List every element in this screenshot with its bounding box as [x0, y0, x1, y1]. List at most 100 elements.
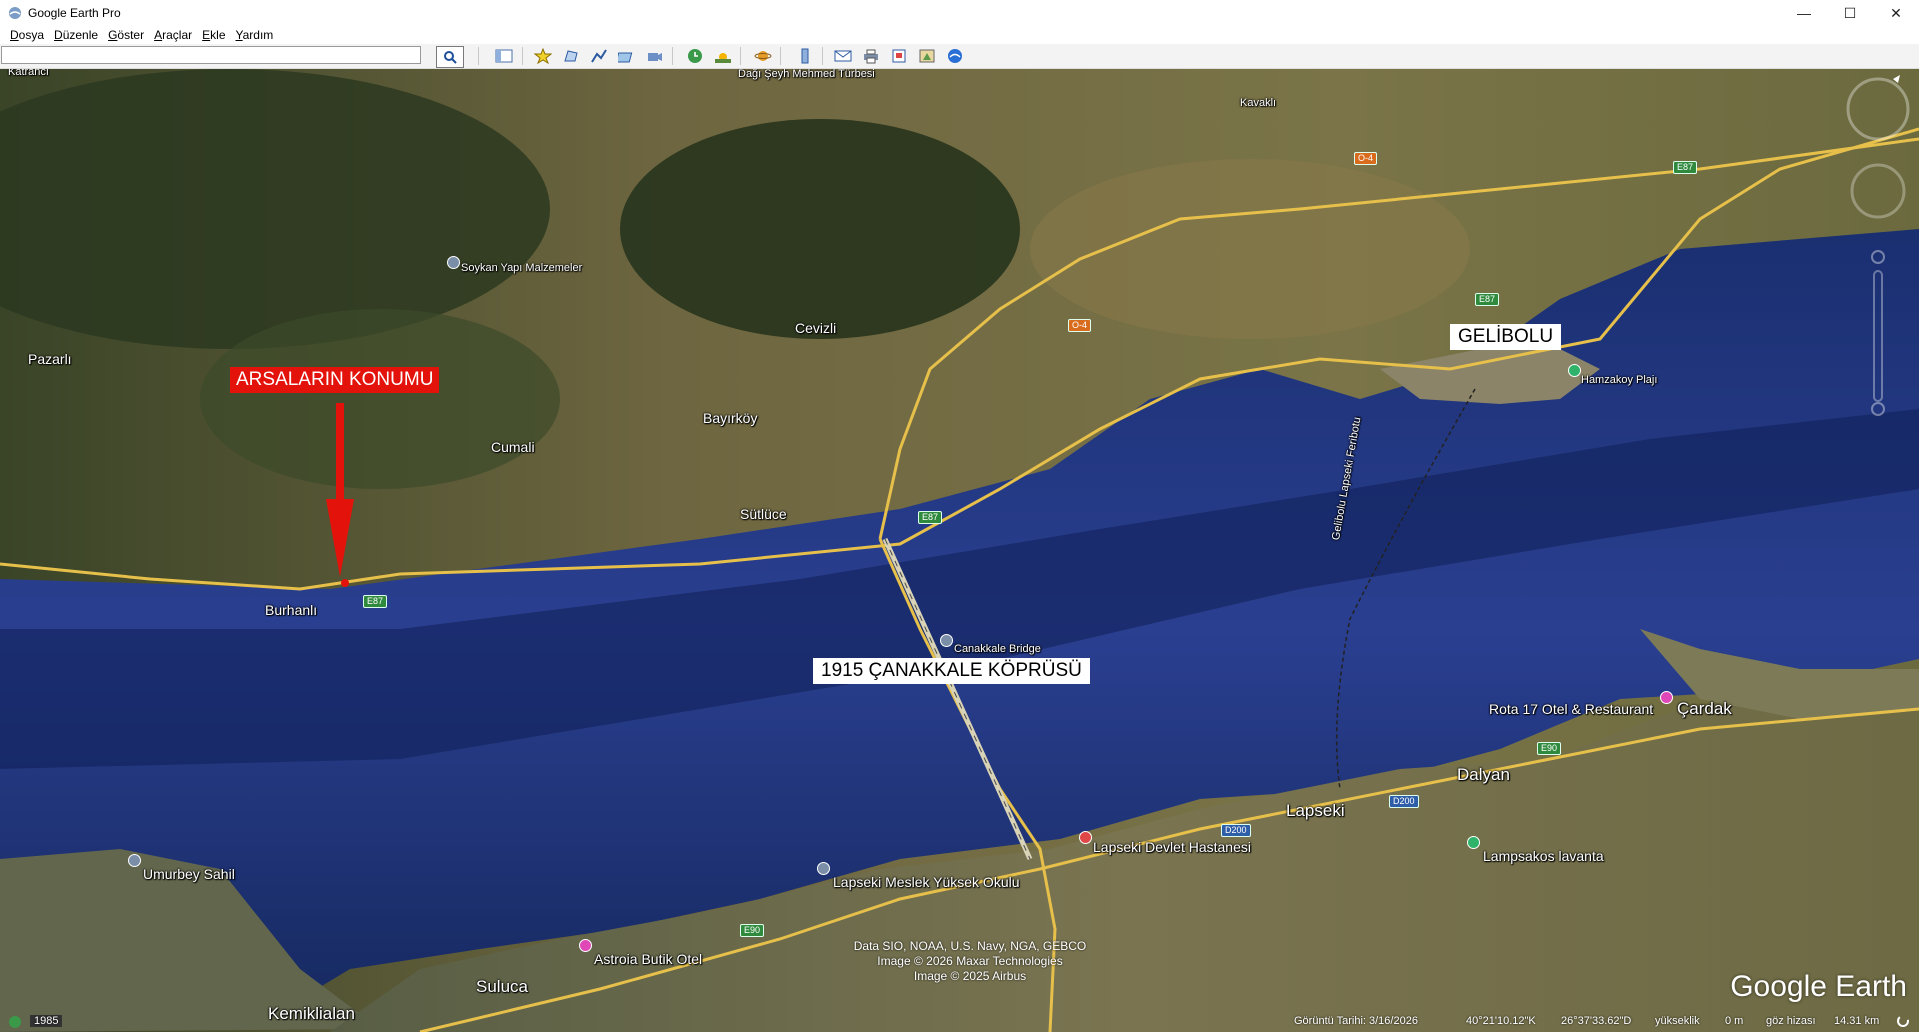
road-shield-e90: E90	[1537, 742, 1562, 755]
planets-icon	[754, 51, 772, 61]
google-earth-app-icon	[9, 7, 21, 19]
zoom-slider[interactable]	[1873, 270, 1883, 402]
sidebar-toggle-button[interactable]	[493, 46, 515, 66]
imagery-date: Görüntü Tarihi: 3/16/2026	[1294, 1015, 1418, 1027]
sunlight-button[interactable]	[712, 46, 734, 66]
road-shield-e87: E87	[918, 511, 943, 524]
email-button[interactable]	[832, 46, 854, 66]
save-image-button[interactable]	[888, 46, 910, 66]
label-lavanta[interactable]: Lampsakos lavanta	[1483, 848, 1604, 864]
poi-meslek-icon[interactable]	[817, 862, 830, 875]
look-joystick[interactable]	[1846, 77, 1910, 141]
eye-altitude-value: 14.31 km	[1834, 1015, 1880, 1027]
label-hamzakoy[interactable]: Hamzakoy Plajı	[1581, 374, 1657, 386]
polygon-icon	[564, 50, 578, 62]
elevation-value: 0 m	[1725, 1015, 1744, 1027]
record-tour-button[interactable]	[644, 46, 666, 66]
maximize-button[interactable]: ☐	[1827, 0, 1873, 26]
poi-astroia-icon[interactable]	[579, 939, 592, 952]
google-earth-button[interactable]	[944, 46, 966, 66]
label-sutluce[interactable]: Sütlüce	[740, 506, 787, 522]
overlay-arsa-label[interactable]: ARSALARIN KONUMU	[230, 367, 440, 393]
road-shield-e87: E87	[1673, 161, 1698, 174]
overlay-gelibolu-label[interactable]: GELİBOLU	[1450, 324, 1562, 350]
planets-button[interactable]	[752, 46, 774, 66]
road-shield-o4: O-4	[1354, 152, 1378, 165]
navigation-controls[interactable]	[1838, 71, 1918, 431]
poi-umurbey-icon[interactable]	[128, 854, 141, 867]
label-cevizli[interactable]: Cevizli	[795, 320, 836, 336]
poi-rota17-icon[interactable]	[1660, 691, 1673, 704]
historical-imagery-icon	[688, 49, 702, 63]
image-overlay-button[interactable]	[616, 46, 638, 66]
view-in-maps-icon	[919, 49, 935, 63]
placemark-button[interactable]	[532, 46, 554, 66]
path-icon	[591, 49, 607, 63]
label-bayirkoy[interactable]: Bayırköy	[703, 410, 757, 426]
search-input[interactable]	[1, 46, 421, 64]
overlay-kopru-label[interactable]: 1915 ÇANAKKALE KÖPRÜSÜ	[813, 658, 1090, 684]
search-button[interactable]	[436, 46, 464, 68]
poi-hamzakoy-icon[interactable]	[1568, 364, 1581, 377]
ruler-icon	[801, 48, 809, 64]
menu-edit[interactable]: Düzenle	[54, 28, 98, 42]
label-katranci[interactable]: Katrancı	[8, 69, 49, 78]
label-umurbey[interactable]: Umurbey Sahil	[143, 866, 235, 882]
label-cumali[interactable]: Cumali	[491, 439, 535, 455]
menu-file[interactable]: Dosya	[10, 28, 44, 42]
menu-tools[interactable]: Araçlar	[154, 28, 192, 42]
label-burhanli[interactable]: Burhanlı	[265, 602, 317, 618]
search-icon	[444, 51, 457, 64]
label-astroia[interactable]: Astroia Butik Otel	[594, 951, 702, 967]
print-icon	[864, 49, 878, 64]
poi-bridge-icon[interactable]	[940, 634, 953, 647]
ruler-button[interactable]	[794, 46, 816, 66]
view-in-maps-button[interactable]	[916, 46, 938, 66]
save-image-icon	[892, 49, 906, 63]
road-shield-e90: E90	[740, 924, 765, 937]
label-meslek[interactable]: Lapseki Meslek Yüksek Okulu	[833, 874, 1020, 890]
road-shield-d200: D200	[1221, 824, 1251, 837]
elevation-label: yükseklik	[1655, 1015, 1700, 1027]
poi-soykan-icon[interactable]	[447, 256, 460, 269]
eye-altitude-label: göz hizası	[1766, 1015, 1816, 1027]
historical-imagery-icon[interactable]	[8, 1015, 22, 1029]
polygon-button[interactable]	[560, 46, 582, 66]
label-suluca[interactable]: Suluca	[476, 977, 528, 997]
label-hastane[interactable]: Lapseki Devlet Hastanesi	[1093, 839, 1251, 855]
label-canakkale-bridge[interactable]: Canakkale Bridge	[954, 643, 1041, 655]
label-soykan[interactable]: Soykan Yapı Malzemeler	[461, 262, 582, 274]
longitude: 26°37'33.62"D	[1561, 1015, 1632, 1027]
historical-year[interactable]: 1985	[30, 1015, 63, 1027]
poi-hospital-icon[interactable]	[1079, 831, 1092, 844]
path-button[interactable]	[588, 46, 610, 66]
label-pazarli[interactable]: Pazarlı	[28, 351, 72, 367]
label-rota17[interactable]: Rota 17 Otel & Restaurant	[1489, 701, 1653, 717]
label-kavakli[interactable]: Kavaklı	[1240, 97, 1276, 109]
label-cardak[interactable]: Çardak	[1677, 699, 1732, 719]
zoom-out-icon[interactable]	[1871, 402, 1885, 416]
sunlight-icon	[715, 53, 731, 63]
label-dalyan[interactable]: Dalyan	[1457, 765, 1510, 785]
placemark-icon	[534, 48, 552, 64]
attribution-line: Image © 2025 Airbus	[913, 969, 1027, 983]
move-joystick[interactable]	[1850, 163, 1906, 219]
menu-help[interactable]: Yardım	[236, 28, 274, 42]
poi-lavanta-icon[interactable]	[1467, 836, 1480, 849]
minimize-button[interactable]: —	[1781, 0, 1827, 26]
menu-view[interactable]: Göster	[108, 28, 144, 42]
label-turbe[interactable]: Dağı Şeyh Mehmed Türbesi	[738, 69, 875, 80]
north-arrow-icon[interactable]	[1893, 75, 1900, 83]
loading-spinner-icon	[1897, 1015, 1909, 1027]
latitude: 40°21'10.12"K	[1466, 1015, 1536, 1027]
sidebar-toggle-icon	[495, 49, 513, 63]
earth-map-view[interactable]: Katrancı Dağı Şeyh Mehmed Türbesi Kavakl…	[0, 69, 1919, 1032]
google-earth-watermark: Google Earth	[1730, 970, 1907, 1003]
print-button[interactable]	[860, 46, 882, 66]
label-lapseki[interactable]: Lapseki	[1286, 801, 1345, 821]
historical-imagery-button[interactable]	[684, 46, 706, 66]
menu-add[interactable]: Ekle	[202, 28, 225, 42]
close-button[interactable]: ✕	[1873, 0, 1919, 26]
title-bar: Google Earth Pro	[0, 0, 1919, 26]
zoom-in-icon[interactable]	[1871, 250, 1885, 264]
